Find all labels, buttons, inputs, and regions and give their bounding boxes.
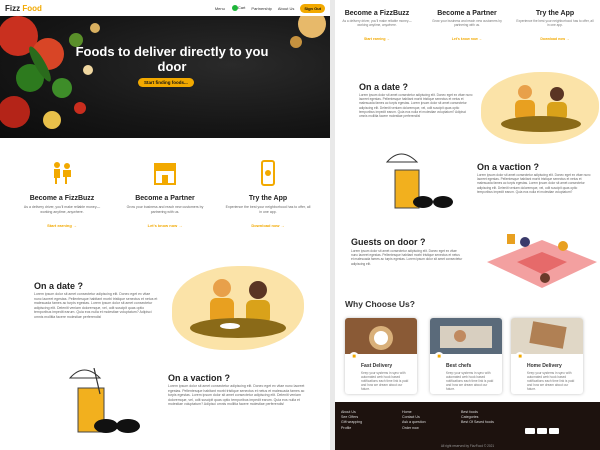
card-photo — [511, 318, 583, 354]
chef-icon: ■ — [434, 352, 444, 362]
vacation-section-text: Lorem ipsum dolor sit amet consectetur a… — [168, 384, 305, 407]
guests-section-text: Lorem ipsum dolor sit amet consectetur a… — [351, 249, 463, 266]
feature-text: As a delivery driver, you'll make reliab… — [342, 19, 412, 27]
guests-section-title: Guests on door ? — [351, 237, 426, 247]
signout-button[interactable]: Sign Out — [300, 3, 325, 13]
feature-link[interactable]: Let's know now → — [452, 37, 482, 41]
feature-title: Try the App — [248, 195, 288, 202]
feature-title: Try the App — [535, 10, 575, 17]
feature-link[interactable]: Start earning → — [364, 37, 390, 41]
right-feature-partner: Become a Partner Grow your business and … — [427, 10, 507, 45]
footer-link[interactable]: Ask a question — [402, 420, 426, 425]
payment-icons — [525, 428, 559, 434]
right-feature-fizzbuzz: Become a FizzBuzz As a delivery driver, … — [337, 10, 417, 45]
screenshot-canvas: Fizz Food Menu Cart Partnership About Us… — [0, 0, 600, 450]
footer: About Us See Offers Gift wrapping Profil… — [335, 402, 600, 450]
right-juice-illustration — [385, 153, 453, 209]
feature-title: Become a FizzBuzz — [344, 10, 410, 17]
feature-title: Become a FizzBuzz — [29, 195, 95, 202]
guests-table-illustration — [487, 234, 597, 288]
right-page: Become a FizzBuzz As a delivery driver, … — [335, 0, 600, 450]
phone-icon — [261, 160, 275, 186]
home-icon: ■ — [515, 352, 525, 362]
right-vacation-text: Lorem ipsum dolor sit amet consectetur a… — [477, 173, 591, 194]
right-date-text: Lorem ipsum dolor sit amet consectetur a… — [359, 93, 473, 119]
feature-fizzbuzz: Become a FizzBuzz As a delivery driver, … — [12, 160, 112, 232]
card-photo — [345, 318, 417, 354]
card-text: Keep your systems in sync with automated… — [361, 371, 409, 391]
feature-link[interactable]: Download now → — [540, 37, 569, 41]
left-page: Fizz Food Menu Cart Partnership About Us… — [0, 0, 330, 450]
card-title: Fast Delivery — [361, 363, 393, 369]
nav-menu[interactable]: Menu — [215, 6, 225, 11]
right-feature-app: Try the App Experience the best your nei… — [515, 10, 595, 45]
store-icon — [154, 163, 176, 185]
card-title: Home Delivery — [527, 363, 562, 369]
card-fast-delivery[interactable]: ■ Fast Delivery Keep your systems in syn… — [345, 318, 417, 394]
date-section-title: On a date ? — [34, 281, 84, 291]
feature-title: Become a Partner — [437, 10, 497, 17]
couple-dining-illustration — [190, 279, 286, 338]
card-photo — [430, 318, 502, 354]
nav-cart[interactable]: Cart — [231, 5, 246, 11]
features-row: Become a FizzBuzz As a delivery driver, … — [0, 160, 330, 240]
card-best-chefs[interactable]: ■ Best chefs Keep your systems in sync w… — [430, 318, 502, 394]
vacation-section-title: On a vaction ? — [168, 373, 231, 383]
footer-link[interactable]: Best Of Saved foods — [461, 420, 494, 425]
footer-link[interactable]: Profile — [341, 426, 362, 431]
logo-part2: Food — [22, 3, 42, 13]
feature-app: Try the App Experience the best your nei… — [218, 160, 318, 232]
card-text: Keep your systems in sync with automated… — [527, 371, 575, 391]
delivery-person-icon — [54, 162, 71, 184]
top-nav: Fizz Food Menu Cart Partnership About Us… — [0, 0, 330, 16]
juice-sunglasses-illustration — [68, 368, 140, 433]
why-choose-title: Why Choose Us? — [345, 299, 415, 309]
date-section-text: Lorem ipsum dolor sit amet consectetur a… — [34, 292, 158, 319]
right-vacation-title: On a vaction ? — [477, 162, 540, 172]
truck-icon: ■ — [349, 352, 359, 362]
feature-link[interactable]: Start earning → — [47, 223, 77, 228]
feature-title: Become a Partner — [135, 195, 195, 202]
nav-partnership[interactable]: Partnership — [251, 6, 271, 11]
footer-col-3: Best foods Categories Best Of Saved food… — [461, 410, 494, 426]
feature-link[interactable]: Download now → — [251, 223, 284, 228]
feature-text: As a delivery driver, you'll make reliab… — [23, 205, 101, 214]
footer-link[interactable]: Order now — [402, 426, 426, 431]
feature-text: Grow your business and reach new custome… — [432, 19, 502, 27]
feature-text: Experience the best your neighborhood ha… — [225, 205, 311, 214]
nav-about[interactable]: About Us — [278, 6, 294, 11]
nav-cart-label: Cart — [237, 5, 246, 11]
feature-text: Experience the best your neighborhood ha… — [516, 19, 594, 27]
right-couple-illustration — [501, 85, 581, 132]
feature-text: Grow your business and reach new custome… — [126, 205, 204, 214]
footer-copyright: All right reserved by FizzFood © 2021 — [440, 444, 495, 448]
footer-col-1: About Us See Offers Gift wrapping Profil… — [341, 410, 362, 431]
feature-link[interactable]: Let's know now → — [148, 223, 183, 228]
visa-icon — [525, 428, 535, 434]
footer-link[interactable]: Gift wrapping — [341, 420, 362, 425]
footer-col-2: Home Contact Us Ask a question Order now — [402, 410, 426, 431]
hero-banner: Foods to deliver directly to you door St… — [0, 16, 330, 138]
card-text: Keep your systems in sync with automated… — [446, 371, 494, 391]
hero-title: Foods to deliver directly to you door — [75, 44, 269, 74]
nav-links: Menu Cart Partnership About Us Sign Out — [215, 3, 325, 13]
right-date-title: On a date ? — [359, 82, 409, 92]
hero-food-illustration — [0, 16, 326, 129]
feature-partner: Become a Partner Grow your business and … — [115, 160, 215, 232]
hero-start-button[interactable]: Start finding foods... — [138, 78, 194, 87]
logo[interactable]: Fizz Food — [5, 4, 42, 13]
paypal-icon — [549, 428, 559, 434]
card-home-delivery[interactable]: ■ Home Delivery Keep your systems in syn… — [511, 318, 583, 394]
mastercard-icon — [537, 428, 547, 434]
logo-part1: Fizz — [5, 3, 21, 13]
card-title: Best chefs — [446, 363, 472, 369]
